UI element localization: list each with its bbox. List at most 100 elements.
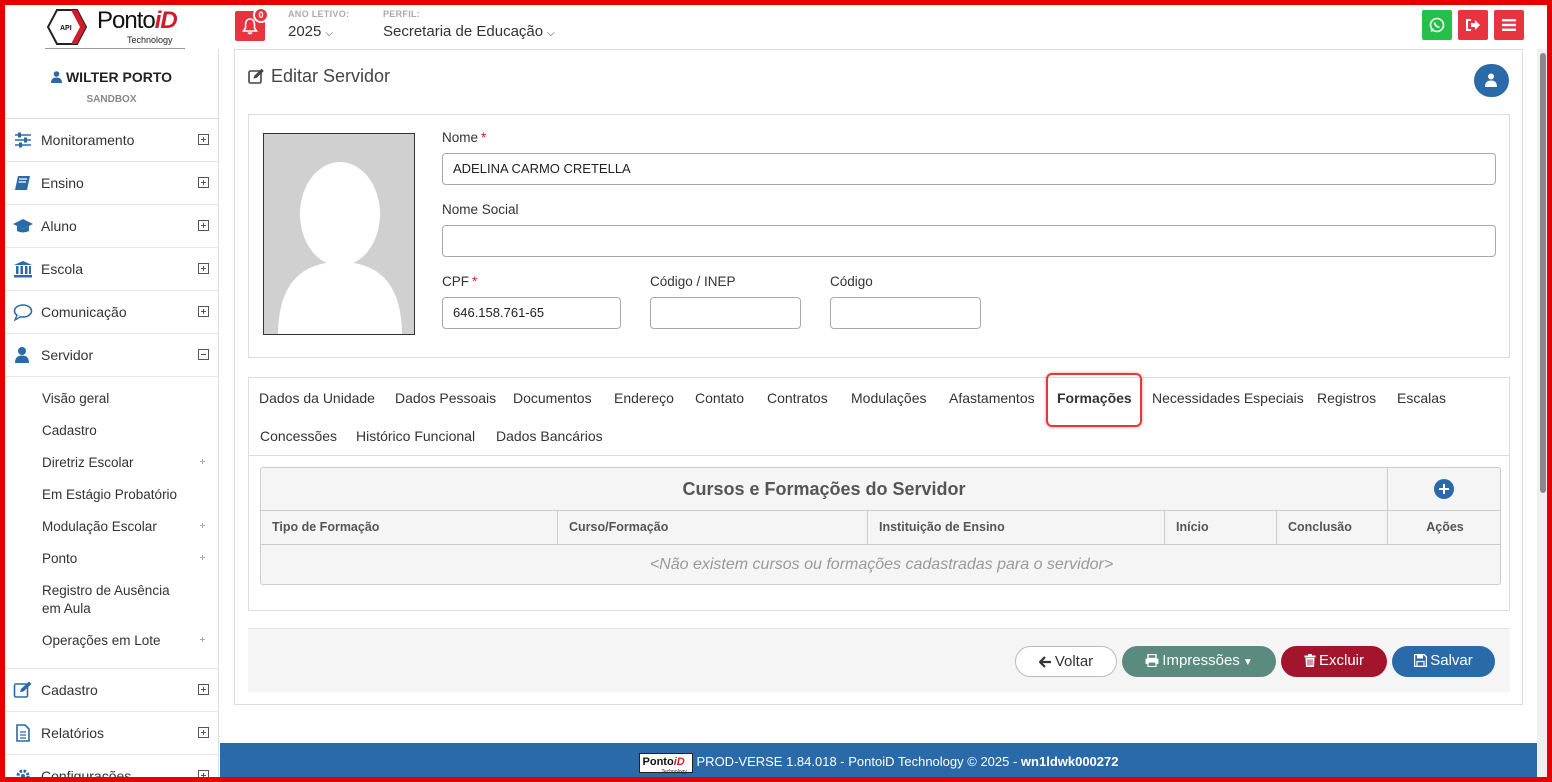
sidebar-item-servidor[interactable]: Servidor [5, 334, 218, 377]
tab-dados-pessoais[interactable]: Dados Pessoais [395, 390, 496, 406]
impressoes-button[interactable]: Impressões ▼ [1122, 646, 1276, 677]
submenu-item-cadastro[interactable]: Cadastro [5, 422, 218, 440]
user-name-text: WILTER PORTO [65, 69, 173, 85]
user-icon [50, 71, 62, 83]
sidebar-item-label: Servidor [41, 347, 94, 363]
top-bar: API PontoiD Technology 0 ANO LETIVO: 202… [5, 5, 1547, 49]
expand-icon [198, 727, 209, 738]
user-icon [1485, 73, 1497, 87]
sidebar-item-relatorios[interactable]: Relatórios [5, 712, 218, 755]
submenu-item-label: Em Estágio Probatório [42, 487, 178, 502]
tab-afastamentos[interactable]: Afastamentos [949, 390, 1035, 406]
sidebar-item-escola[interactable]: Escola [5, 248, 218, 291]
tab-modulacoes[interactable]: Modulações [851, 390, 927, 406]
whatsapp-icon [1429, 17, 1445, 33]
impressoes-label: Impressões [1162, 652, 1240, 669]
expand-icon [198, 263, 209, 274]
inep-input[interactable] [650, 297, 801, 329]
expand-icon [198, 220, 209, 231]
servidor-photo[interactable] [263, 133, 415, 335]
sidebar-item-label: Relatórios [41, 725, 105, 741]
pontoid-logo[interactable]: API PontoiD Technology [45, 5, 185, 49]
tab-necessidades-especiais[interactable]: Necessidades Especiais [1152, 390, 1304, 406]
sidebar-item-label: Escola [41, 261, 84, 277]
column-header[interactable]: Tipo de Formação [261, 511, 558, 544]
add-formacao-button[interactable] [1388, 468, 1500, 510]
inep-label: Código / INEP [650, 274, 736, 289]
sidebar-item-cadastro[interactable]: Cadastro [5, 669, 218, 712]
user-name[interactable]: WILTER PORTO [5, 69, 218, 85]
column-header[interactable]: Curso/Formação [558, 511, 868, 544]
logout-button[interactable] [1458, 10, 1488, 40]
tab-contato[interactable]: Contato [695, 390, 744, 406]
column-header[interactable]: Conclusão [1277, 511, 1388, 544]
expand-icon [198, 553, 209, 564]
required-marker: * [481, 130, 487, 145]
arrow-left-icon [1038, 656, 1051, 668]
tab-registros[interactable]: Registros [1317, 390, 1376, 406]
tab-concessoes[interactable]: Concessões [260, 428, 337, 444]
notifications-button[interactable]: 0 [235, 7, 269, 41]
ano-letivo-select[interactable]: 2025 ⌵ [288, 23, 333, 40]
excluir-button[interactable]: Excluir [1281, 646, 1387, 677]
sidebar-item-comunicacao[interactable]: Comunicação [5, 291, 218, 334]
sidebar: WILTER PORTO SANDBOX Monitoramento Ensin… [5, 49, 219, 777]
main-menu-button[interactable] [1494, 10, 1524, 40]
logo-badge-text: API [60, 25, 72, 32]
codigo-input[interactable] [830, 297, 981, 329]
tab-documentos[interactable]: Documentos [513, 390, 592, 406]
perfil-select[interactable]: Secretaria de Educação ⌵ [383, 23, 555, 40]
tab-formacoes[interactable]: Formações [1057, 390, 1132, 406]
brand-subtitle: Technology [127, 35, 173, 45]
collapse-icon [198, 349, 209, 360]
nome-social-label: Nome Social [442, 202, 519, 217]
page-title: Editar Servidor [248, 66, 390, 87]
tab-historico-funcional[interactable]: Histórico Funcional [356, 428, 475, 444]
table-title: Cursos e Formações do Servidor [261, 468, 1388, 510]
user-profile-button[interactable] [1474, 64, 1509, 97]
column-header[interactable]: Início [1165, 511, 1277, 544]
tabs-panel: Dados da Unidade Dados Pessoais Document… [248, 373, 1510, 611]
submenu-item-label: Cadastro [42, 423, 97, 438]
submenu-item-estagio-probatorio[interactable]: Em Estágio Probatório [5, 486, 218, 504]
servidor-submenu: Visão geral Cadastro Diretriz Escolar Em… [5, 377, 218, 669]
brand-name: PontoiD [97, 7, 178, 35]
column-header[interactable]: Instituição de Ensino [868, 511, 1165, 544]
nome-social-input[interactable] [442, 225, 1496, 257]
plus-circle-icon [1434, 479, 1454, 499]
submenu-item-registro-ausencia[interactable]: Registro de Ausência em Aula [5, 582, 218, 618]
submenu-item-diretriz-escolar[interactable]: Diretriz Escolar [5, 454, 218, 472]
sidebar-item-label: Cadastro [41, 682, 98, 698]
nome-input[interactable]: ADELINA CARMO CRETELLA [442, 153, 1496, 185]
submenu-item-modulacao-escolar[interactable]: Modulação Escolar [5, 518, 218, 536]
submenu-item-ponto[interactable]: Ponto [5, 550, 218, 568]
tab-contratos[interactable]: Contratos [767, 390, 828, 406]
user-icon [15, 347, 29, 363]
salvar-button[interactable]: Salvar [1392, 646, 1495, 677]
excluir-label: Excluir [1318, 652, 1364, 669]
perfil-value: Secretaria de Educação [383, 23, 544, 40]
table-header: Tipo de Formação Curso/Formação Institui… [261, 510, 1500, 545]
cpf-input[interactable]: 646.158.761-65 [442, 297, 621, 329]
submenu-item-operacoes-lote[interactable]: Operações em Lote [5, 632, 218, 650]
edit-icon [248, 68, 264, 84]
sidebar-item-monitoramento[interactable]: Monitoramento [5, 119, 218, 162]
submenu-item-label: Registro de Ausência em Aula [42, 583, 170, 616]
printer-icon [1145, 654, 1159, 667]
tab-dados-unidade[interactable]: Dados da Unidade [259, 390, 375, 406]
tab-escalas[interactable]: Escalas [1397, 390, 1446, 406]
environment-label: SANDBOX [86, 94, 137, 105]
expand-icon [198, 134, 209, 145]
whatsapp-button[interactable] [1422, 10, 1452, 40]
sidebar-item-aluno[interactable]: Aluno [5, 205, 218, 248]
sidebar-item-ensino[interactable]: Ensino [5, 162, 218, 205]
submenu-item-visao-geral[interactable]: Visão geral [5, 390, 218, 408]
brand-text: Ponto [97, 7, 156, 34]
sidebar-item-configuracoes[interactable]: Configurações [5, 755, 218, 777]
sidebar-item-label: Comunicação [41, 304, 127, 320]
tab-endereco[interactable]: Endereço [614, 390, 674, 406]
sidebar-item-label: Monitoramento [41, 132, 135, 148]
tab-dados-bancarios[interactable]: Dados Bancários [496, 428, 603, 444]
scrollbar-thumb[interactable] [1540, 53, 1546, 493]
voltar-button[interactable]: Voltar [1015, 646, 1117, 677]
